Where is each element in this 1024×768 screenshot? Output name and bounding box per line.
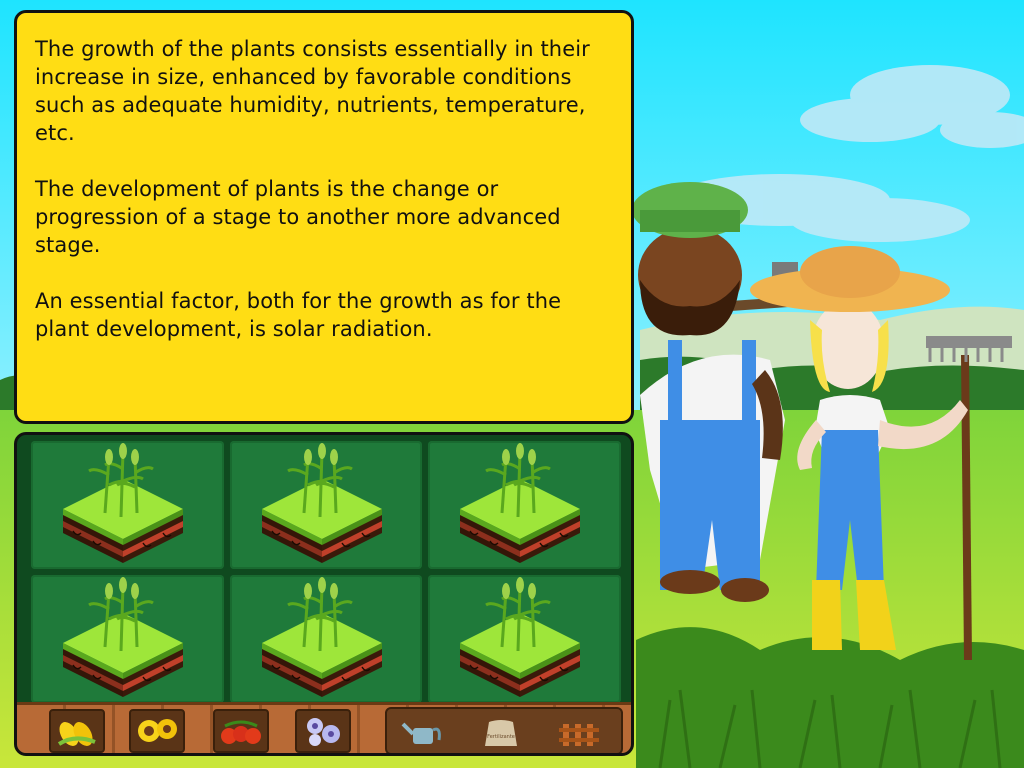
plot-grid (31, 441, 621, 703)
info-paragraph: The growth of the plants consists essent… (35, 37, 590, 145)
sunflower-icon (138, 719, 177, 742)
sack-label: Fertilizante (487, 734, 515, 740)
fence-icon (559, 724, 599, 746)
flower-seed-button[interactable] (295, 709, 351, 753)
corn-seed-button[interactable] (49, 709, 105, 753)
corn-plant-icon (260, 575, 384, 699)
info-paragraph: An essential factor, both for the growth… (35, 289, 562, 341)
plot-tile[interactable] (31, 441, 224, 569)
tools-tray: Fertilizante (385, 707, 623, 753)
fertilizer-sack-icon: Fertilizante (485, 720, 517, 746)
tool-bar: Fertilizante (17, 702, 631, 753)
plot-tile[interactable] (229, 575, 423, 703)
plot-tile[interactable] (229, 441, 423, 569)
plot-tile[interactable] (31, 575, 224, 703)
plot-tile[interactable] (428, 441, 621, 569)
fence-button[interactable] (553, 713, 605, 753)
watering-can-icon (401, 722, 441, 744)
info-text-panel: The growth of the plants consists essent… (14, 10, 634, 424)
corn-plant-icon (61, 441, 185, 565)
corn-plant-icon (458, 441, 582, 565)
tomato-icon (221, 720, 261, 744)
corn-plant-icon (458, 575, 582, 699)
tomato-seed-button[interactable] (213, 709, 269, 753)
fertilizer-button[interactable]: Fertilizante (475, 713, 527, 753)
corn-plant-icon (61, 575, 185, 699)
corn-icon (57, 722, 96, 746)
sunflower-seed-button[interactable] (129, 709, 185, 753)
corn-plant-icon (260, 441, 384, 565)
info-paragraph: The development of plants is the change … (35, 177, 561, 257)
farm-plots-panel: Fertilizante (14, 432, 634, 756)
plot-tile[interactable] (428, 575, 621, 703)
flower-icon (307, 718, 340, 746)
watering-can-button[interactable] (397, 713, 449, 753)
